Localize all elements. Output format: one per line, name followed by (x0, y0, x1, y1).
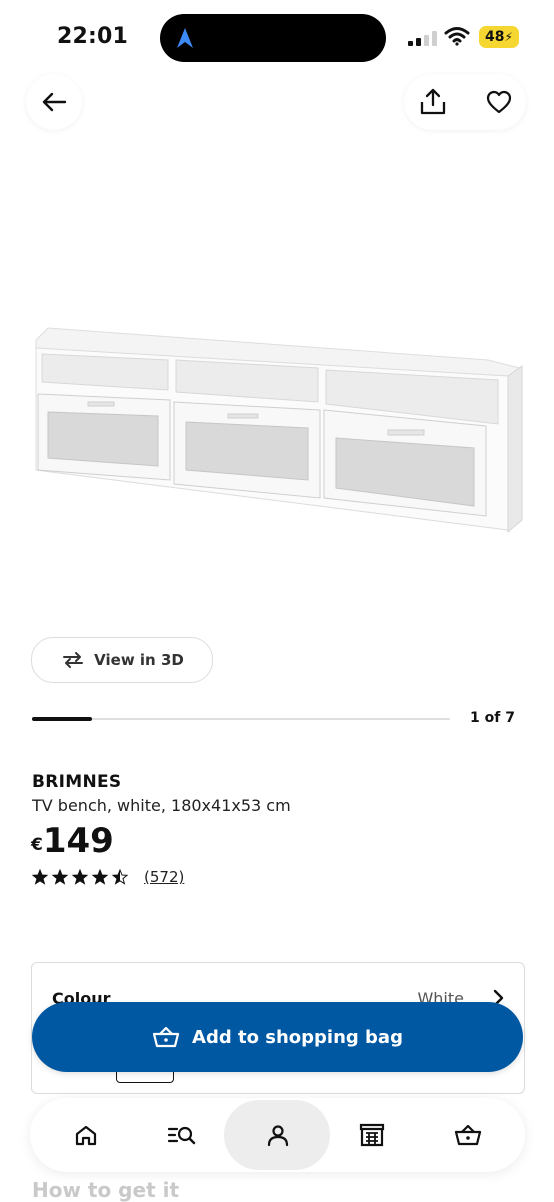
rotate-3d-icon (63, 652, 84, 668)
wifi-icon (444, 27, 470, 46)
star-icon (72, 869, 88, 885)
add-to-bag-label: Add to shopping bag (192, 1026, 403, 1048)
share-icon (420, 88, 446, 115)
product-rating[interactable]: (572) (32, 868, 184, 886)
how-to-get-heading: How to get it (32, 1178, 180, 1202)
dynamic-island (160, 14, 386, 62)
price-currency: € (31, 835, 43, 855)
gallery-progress-fill (32, 717, 92, 721)
price-value: 149 (42, 821, 114, 861)
location-arrow-icon (177, 28, 193, 48)
search-icon (167, 1126, 196, 1145)
star-icon (92, 869, 108, 885)
home-icon (75, 1125, 97, 1146)
basket-icon (152, 1026, 180, 1048)
back-button[interactable] (26, 74, 82, 130)
product-description: TV bench, white, 180x41x53 cm (32, 796, 291, 815)
gallery-progress (32, 717, 450, 721)
rating-stars (32, 869, 128, 885)
battery-charging-icon: 48⚡ (479, 26, 519, 48)
header-actions (404, 74, 526, 130)
star-icon (112, 869, 128, 885)
product-image[interactable] (28, 320, 528, 550)
reviews-link[interactable]: (572) (144, 868, 184, 886)
heart-icon (486, 90, 512, 114)
arrow-left-icon (42, 92, 67, 112)
star-icon (52, 869, 68, 885)
store-icon (359, 1123, 385, 1147)
signal-icon (408, 30, 438, 46)
share-button[interactable] (418, 88, 448, 120)
basket-icon (454, 1124, 482, 1146)
view-in-3d-label: View in 3D (94, 651, 184, 669)
battery-level: 48 (485, 29, 505, 45)
product-name: BRIMNES (32, 772, 122, 792)
gallery-counter: 1 of 7 (470, 710, 515, 726)
favourite-button[interactable] (486, 90, 512, 118)
nav-home[interactable] (46, 1098, 126, 1172)
nav-account[interactable] (224, 1098, 330, 1172)
status-bar: 22:01 48⚡ (0, 0, 554, 76)
nav-store[interactable] (332, 1098, 412, 1172)
add-to-bag-button[interactable]: Add to shopping bag (32, 1002, 523, 1072)
nav-basket[interactable] (428, 1098, 508, 1172)
star-icon (32, 869, 48, 885)
account-icon (267, 1125, 289, 1147)
status-time: 22:01 (57, 24, 129, 49)
nav-search[interactable] (142, 1098, 222, 1172)
view-in-3d-button[interactable]: View in 3D (31, 637, 213, 683)
product-price: €149 (31, 822, 114, 860)
bottom-navigation (30, 1098, 525, 1172)
